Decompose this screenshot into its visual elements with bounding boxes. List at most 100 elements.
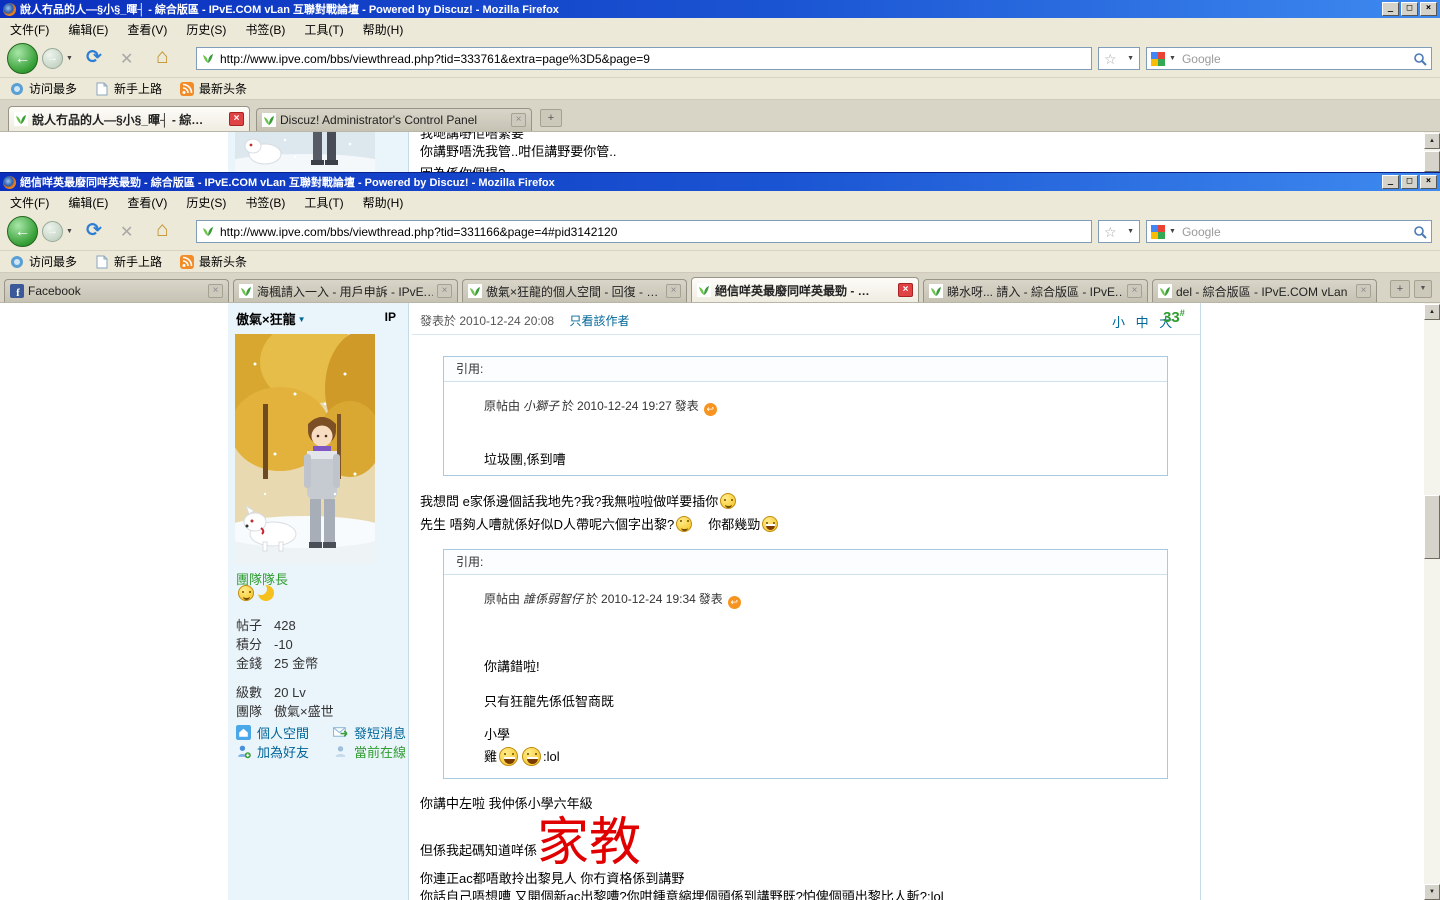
url-input[interactable] [220, 223, 1091, 241]
menu-edit[interactable]: 编辑(E) [68, 194, 108, 211]
tab-close-button[interactable]: × [898, 283, 913, 297]
menu-bookmarks[interactable]: 书签(B) [245, 21, 285, 38]
font-medium-link[interactable]: 中 [1136, 315, 1149, 330]
maximize-button[interactable]: □ [1401, 175, 1418, 189]
goto-quoted-post-icon[interactable]: ↩ [704, 403, 717, 416]
new-tab-button[interactable]: + [540, 109, 562, 127]
list-all-tabs-icon[interactable]: ▼ [1414, 280, 1432, 298]
menu-history[interactable]: 历史(S) [186, 194, 226, 211]
tab-current-thread[interactable]: 絕信咩英最廢同咩英最勁 - … × [691, 277, 919, 302]
ip-label[interactable]: IP [385, 310, 396, 324]
tab-profile-space[interactable]: 傲氣×狂龍的個人空間 - 回復 - … × [462, 279, 687, 302]
tab-close-button[interactable]: × [666, 284, 681, 298]
search-engine-dropdown-icon[interactable]: ▼ [1169, 228, 1176, 235]
tab-facebook[interactable]: f Facebook × [4, 279, 229, 302]
floor-number[interactable]: 33# [1163, 308, 1185, 326]
home-button[interactable]: ⌂ [156, 45, 169, 69]
history-dropdown-icon[interactable]: ▼ [66, 228, 73, 235]
tab-thread-1[interactable]: 說人冇品的人—§小§_暉┤ - 綜… × [8, 106, 250, 131]
tab-close-button[interactable]: × [1127, 284, 1142, 298]
scroll-up-button[interactable]: ▲ [1424, 133, 1440, 149]
quoted-username[interactable]: 誰係弱智仔 [523, 592, 583, 606]
avatar[interactable] [235, 334, 375, 564]
bookmark-most-visited[interactable]: 访问最多 [6, 80, 81, 97]
goto-quoted-post-icon[interactable]: ↩ [728, 596, 741, 609]
url-bar[interactable] [196, 220, 1092, 243]
tab-del-thread[interactable]: del - 綜合版區 - IPvE.COM vLan … × [1152, 279, 1377, 302]
search-engine-dropdown-icon[interactable]: ▼ [1169, 55, 1176, 62]
menu-tools[interactable]: 工具(T) [304, 21, 343, 38]
menu-bookmarks[interactable]: 书签(B) [245, 194, 285, 211]
tab-close-button[interactable]: × [437, 284, 452, 298]
tab-watch-thread[interactable]: 睇水呀... 請入 - 綜合版區 - IPvE.… × [923, 279, 1148, 302]
author-name[interactable]: 傲氣×狂龍▼ [236, 309, 306, 328]
menu-tools[interactable]: 工具(T) [304, 194, 343, 211]
search-box[interactable]: ▼ [1146, 47, 1432, 70]
tab-close-button[interactable]: × [208, 284, 223, 298]
search-input[interactable] [1180, 52, 1413, 66]
quoted-username[interactable]: 小獅子 [523, 399, 559, 413]
close-button[interactable]: × [1420, 175, 1437, 189]
url-bar[interactable] [196, 47, 1092, 70]
menu-file[interactable]: 文件(F) [10, 21, 49, 38]
search-input[interactable] [1180, 225, 1413, 239]
tab-close-button[interactable]: × [229, 112, 244, 126]
scroll-up-button[interactable]: ▲ [1424, 304, 1440, 320]
tab-appeal[interactable]: 海楓請入一入 - 用戶申訴 - IPvE.… × [233, 279, 458, 302]
bookmark-latest-headlines[interactable]: 最新头条 [176, 80, 251, 97]
maximize-button[interactable]: □ [1401, 2, 1418, 16]
minimize-button[interactable]: _ [1382, 2, 1399, 16]
titlebar[interactable]: 說人冇品的人—§小§_暉┤ - 綜合版區 - IPvE.COM vLan 互聯對… [0, 0, 1440, 18]
only-author-link[interactable]: 只看該作者 [569, 314, 629, 328]
chevron-down-icon[interactable]: ▼ [298, 315, 306, 324]
send-message-link[interactable]: 發短消息 [354, 723, 406, 742]
url-dropdown-icon[interactable]: ▼ [1127, 55, 1134, 62]
bookmark-getting-started[interactable]: 新手上路 [91, 253, 166, 270]
scroll-thumb[interactable] [1424, 495, 1440, 559]
tab-close-button[interactable]: × [511, 113, 526, 127]
url-dropdown-icon[interactable]: ▼ [1127, 228, 1134, 235]
reload-button[interactable]: ⟳ [86, 219, 102, 242]
bookmark-most-visited[interactable]: 访问最多 [6, 253, 81, 270]
bookmark-latest-headlines[interactable]: 最新头条 [176, 253, 251, 270]
bookmark-star-icon[interactable]: ☆ [1104, 52, 1117, 66]
magnifier-icon[interactable] [1413, 52, 1427, 66]
minimize-button[interactable]: _ [1382, 175, 1399, 189]
menu-help[interactable]: 帮助(H) [363, 194, 404, 211]
post-paragraph: 你講中左啦 我仲係小學六年級 [420, 793, 593, 812]
avatar-image-fragment[interactable] [235, 132, 375, 172]
add-friend-link[interactable]: 加為好友 [257, 742, 319, 761]
bookmark-star-icon[interactable]: ☆ [1104, 225, 1117, 239]
scrollbar[interactable]: ▲ [1424, 132, 1440, 172]
scroll-down-button[interactable]: ▼ [1424, 884, 1440, 900]
back-button[interactable]: ← [7, 216, 38, 247]
personal-space-link[interactable]: 個人空間 [257, 723, 319, 742]
menu-history[interactable]: 历史(S) [186, 21, 226, 38]
menu-edit[interactable]: 编辑(E) [68, 21, 108, 38]
font-small-link[interactable]: 小 [1112, 315, 1125, 330]
tab-discuz-admin[interactable]: Discuz! Administrator's Control Panel × [256, 108, 532, 131]
close-button[interactable]: × [1420, 2, 1437, 16]
menu-help[interactable]: 帮助(H) [363, 21, 404, 38]
menu-file[interactable]: 文件(F) [10, 194, 49, 211]
stop-button[interactable]: ✕ [120, 49, 133, 69]
url-input[interactable] [220, 50, 1091, 68]
new-tab-button[interactable]: + [1390, 280, 1410, 298]
forward-button[interactable]: → [42, 221, 63, 242]
online-status[interactable]: 當前在線 [354, 742, 406, 761]
back-button[interactable]: ← [7, 43, 38, 74]
scrollbar[interactable]: ▲ ▼ [1424, 303, 1440, 900]
home-button[interactable]: ⌂ [156, 218, 169, 242]
titlebar[interactable]: 絕信咩英最廢同咩英最勁 - 綜合版區 - IPvE.COM vLan 互聯對戰論… [0, 173, 1440, 191]
scroll-thumb[interactable] [1424, 151, 1440, 172]
tab-close-button[interactable]: × [1356, 284, 1371, 298]
menu-view[interactable]: 查看(V) [127, 21, 167, 38]
search-box[interactable]: ▼ [1146, 220, 1432, 243]
history-dropdown-icon[interactable]: ▼ [66, 55, 73, 62]
stop-button[interactable]: ✕ [120, 222, 133, 242]
menu-view[interactable]: 查看(V) [127, 194, 167, 211]
forward-button[interactable]: → [42, 48, 63, 69]
reload-button[interactable]: ⟳ [86, 46, 102, 69]
bookmark-getting-started[interactable]: 新手上路 [91, 80, 166, 97]
magnifier-icon[interactable] [1413, 225, 1427, 239]
